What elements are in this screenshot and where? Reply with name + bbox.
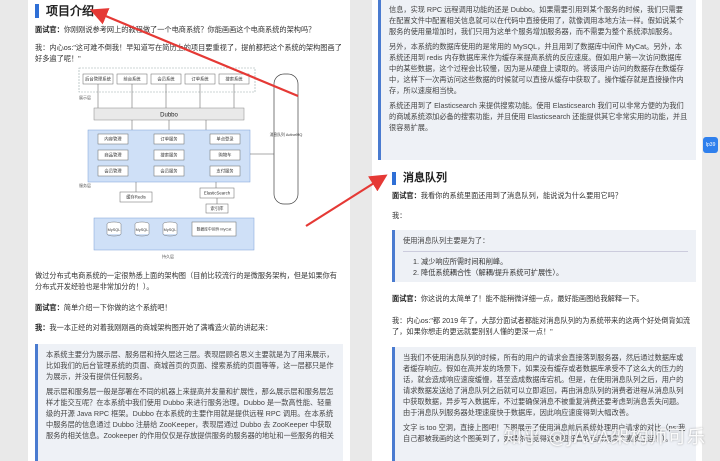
db-mysql-2: MySQL: [136, 228, 149, 232]
service-member-mgmt: 会员管理: [104, 168, 122, 175]
paragraph-my-thought: 我：内心os:"这可难不倒我！早知道写在简历上的项目要重视了，提前都把这个系统的…: [35, 43, 342, 63]
paragraph-architecture-note: 做过分布式电商系统的一定很熟悉上面的架构图（目前比较流行的是微服务架构，但是如果…: [35, 271, 337, 291]
index-box: 索引库: [211, 205, 225, 212]
mq-box: 消息队列 ActiveMQ: [270, 132, 303, 137]
speaker-label: 我：: [35, 323, 50, 332]
diagram-dubbo: Dubbo: [160, 113, 178, 119]
watermark: 知乎 @JAVA架构师可乐: [503, 427, 706, 448]
paragraph-my-answer: 我：我一本正经的对着我刚刚画的商城架构图开始了满嘴造火箭的讲起来：: [35, 322, 343, 333]
architecture-diagram: 后台管理系统 前台系统 会员系统 订单系统 搜索系统 展示层 Dubbo 内容管…: [76, 64, 308, 262]
mycat-box: 数据库中间件 MyCat: [197, 227, 233, 232]
quote-block-continued: 信息，实现 RPC 远程调用功能的还是 Dubbo。如果需要引用到某个服务的时候…: [378, 0, 696, 160]
side-floating-badge[interactable]: Ip39: [703, 137, 718, 153]
divider: [403, 251, 688, 252]
speaker-label: 面试官：: [392, 191, 421, 200]
service-layer-label: 服务层: [79, 182, 91, 188]
left-document-page: 项目介绍 面试官：你刚刚说参考网上的教程做了一个电商系统？你能画画这个电商系统的…: [28, 0, 350, 461]
list-item: 减少响应所需时间和削峰。: [421, 256, 688, 267]
service-product: 商品管理: [104, 152, 122, 159]
quote-block-system-intro: 本系统主要分为展示层、服务层和持久层这三层。表现层顾名思义主要就是为了用来展示，…: [35, 344, 343, 461]
quote-paragraph: 信息，实现 RPC 远程调用功能的还是 Dubbo。如果需要引用到某个服务的时候…: [389, 5, 684, 36]
right-document-page: 信息，实现 RPC 远程调用功能的还是 Dubbo。如果需要引用到某个服务的时候…: [372, 0, 702, 461]
speaker-label: 面试官：: [35, 303, 64, 312]
db-mysql-3: MySQL: [164, 228, 177, 232]
diagram-box-member: 会员系统: [157, 76, 175, 83]
paragraph-interviewer-detail: 面试官：你这说的太简单了！能不能稍微详细一点，最好能画图给我解释一下。: [392, 293, 692, 304]
paragraph-text: 简单介绍一下你做的这个系统吧！: [63, 303, 172, 312]
paragraph-my-reply: 我：: [392, 211, 407, 220]
display-layer-boxes: 后台管理系统 前台系统 会员系统 订单系统 搜索系统: [82, 73, 250, 85]
service-cart: 购物车: [219, 152, 233, 159]
service-sso: 单点登录: [216, 136, 234, 143]
speaker-label: 面试官：: [35, 25, 64, 34]
service-order: 订单服务: [160, 136, 178, 143]
paragraph-interviewer-ask: 面试官：你刚刚说参考网上的教程做了一个电商系统？你能画画这个电商系统的架构吗？: [35, 24, 343, 35]
service-payment: 支付服务: [216, 168, 234, 175]
section-title-message-queue: 消息队列: [392, 172, 447, 185]
diagram-box-admin: 后台管理系统: [85, 76, 111, 83]
section-title-project-intro: 项目介绍: [35, 4, 94, 18]
service-content: 内容管理: [104, 136, 122, 143]
paragraph-text: 你刚刚说参考网上的教程做了一个电商系统？你能画画这个电商系统的架构吗？: [63, 25, 316, 34]
quote-paragraph: 本系统主要分为展示层、服务层和持久层这三层。表现层顾名思义主要就是为了用来展示，…: [46, 350, 334, 381]
paragraph-text: 我看你的系统里面还用到了消息队列，能说说为什么要用它吗？: [420, 191, 623, 200]
paragraph-text: 我一本正经的对着我刚刚画的商城架构图开始了满嘴造火箭的讲起来：: [49, 323, 273, 332]
quote-intro: 使用消息队列主要是为了：: [403, 236, 490, 245]
diagram-box-search: 搜索系统: [225, 76, 243, 83]
diagram-box-portal: 前台系统: [123, 76, 141, 83]
service-member: 会员服务: [160, 168, 178, 175]
elasticsearch-box: ElasticSearch: [204, 191, 231, 196]
paragraph-my-os: 我：内心os:"都 2019 年了，大部分面试者都能对消息队列的为系统带来的这两…: [392, 316, 691, 336]
diagram-box-order: 订单系统: [191, 76, 209, 83]
quote-block-mq-reasons: 使用消息队列主要是为了： 减少响应所需时间和削峰。 降低系统耦合性（解耦/提升系…: [392, 230, 696, 282]
db-mysql-1: MySQL: [108, 228, 121, 232]
paragraph-text: 你这说的太简单了！能不能稍微详细一点，最好能画图给我解释一下。: [420, 294, 644, 303]
quote-paragraph: 当我们不使用消息队列的时候，所有的用户的请求会直接落到服务器，然后通过数据库或者…: [403, 353, 684, 417]
quote-paragraph: 系统还用到了 Elasticsearch 来提供搜索功能。使用 Elastics…: [389, 101, 688, 132]
speaker-label: 面试官：: [392, 294, 421, 303]
paragraph-interviewer-intro: 面试官：简单介绍一下你做的这个系统吧！: [35, 302, 343, 313]
list-item: 降低系统耦合性（解耦/提升系统可扩展性）。: [421, 267, 688, 278]
quote-paragraph: 展示层和服务层一般是部署在不同的机器上来提高并发量和扩展性，那么展示层和服务层怎…: [46, 387, 334, 440]
reason-list: 减少响应所需时间和削峰。 降低系统耦合性（解耦/提升系统可扩展性）。: [403, 256, 688, 278]
display-layer-label: 展示层: [79, 94, 91, 100]
paragraph-interviewer-mq: 面试官：我看你的系统里面还用到了消息队列，能说说为什么要用它吗？: [392, 190, 692, 201]
service-search: 搜索服务: [160, 152, 178, 159]
quote-paragraph: 另外，本系统的数据库使用的是常用的 MySQL，并且用到了数据库中间件 MyCa…: [389, 42, 684, 95]
cache-redis-box: 缓存Redis: [126, 194, 146, 201]
persistence-layer-label: 持久层: [162, 253, 174, 259]
